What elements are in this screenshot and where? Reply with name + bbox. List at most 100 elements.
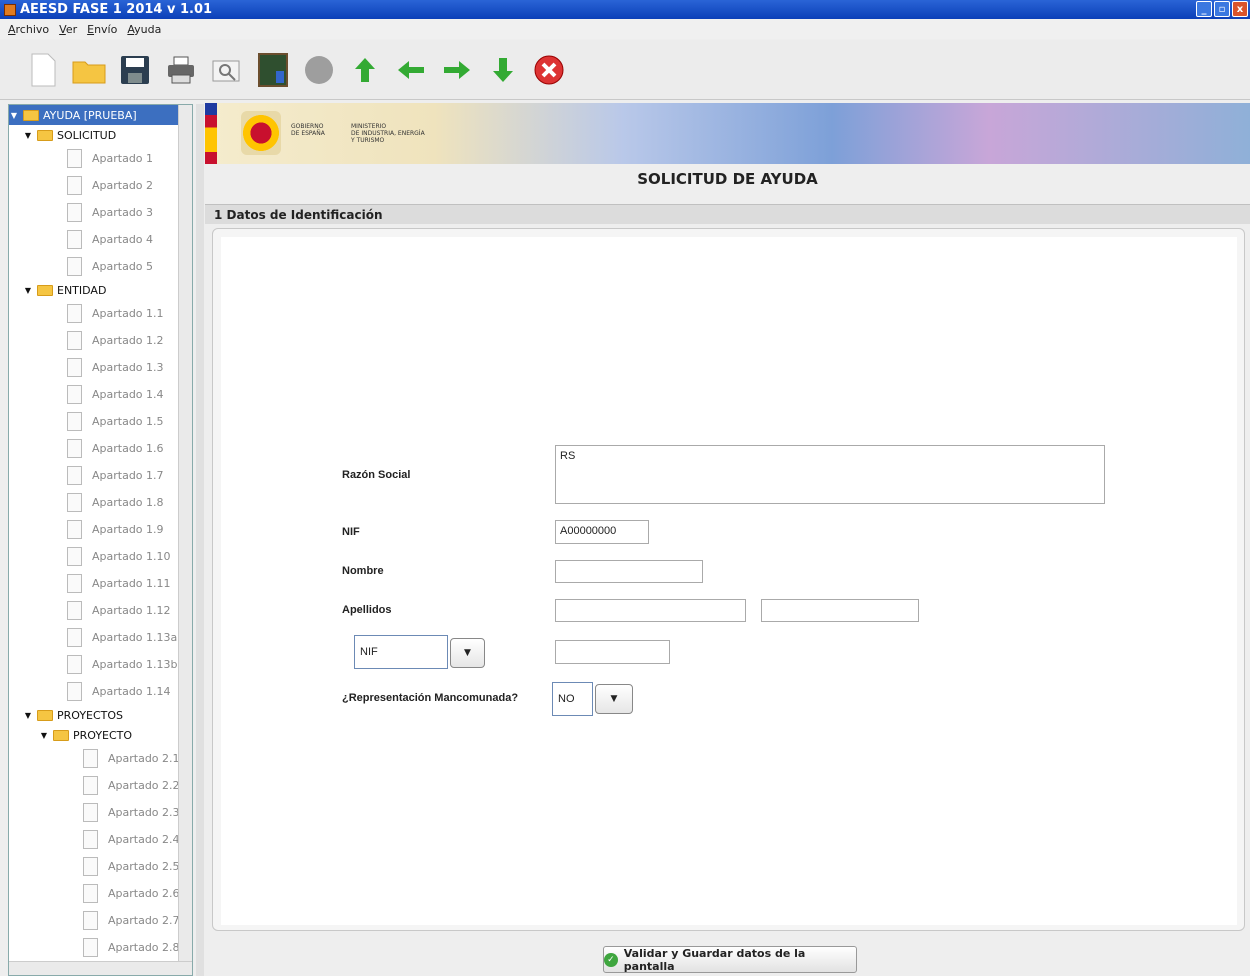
nombre-field[interactable] xyxy=(555,560,703,583)
arrow-right-icon xyxy=(444,60,470,79)
tree-item-label: Apartado 3 xyxy=(92,206,154,219)
expand-arrow-icon[interactable]: ▼ xyxy=(39,731,49,740)
nombre-label: Nombre xyxy=(342,565,384,577)
minimize-button[interactable]: _ xyxy=(1196,1,1212,17)
print-button[interactable] xyxy=(164,51,198,89)
document-icon xyxy=(67,176,82,195)
menu-envio[interactable]: Envío xyxy=(87,23,117,36)
preview-button[interactable] xyxy=(210,51,244,89)
move-right-button[interactable] xyxy=(440,51,474,89)
chevron-down-icon: ▼ xyxy=(610,694,618,704)
tree-item[interactable]: Apartado 1.13a xyxy=(9,624,192,651)
new-document-icon xyxy=(31,53,56,86)
tree-item-label: Apartado 1.11 xyxy=(92,577,171,590)
document-icon xyxy=(83,830,98,849)
tree-item[interactable]: Apartado 2.2 xyxy=(9,772,192,799)
tree-item[interactable]: Apartado 1.14 xyxy=(9,678,192,705)
folder-icon xyxy=(23,109,39,121)
tree-item[interactable]: Apartado 2.8 xyxy=(9,934,192,961)
gobierno-text: GOBIERNO DE ESPAÑA xyxy=(291,123,325,137)
tree-item[interactable]: Apartado 2 xyxy=(9,172,192,199)
tree-item[interactable]: Apartado 5 xyxy=(9,253,192,280)
document-icon xyxy=(83,857,98,876)
document-icon xyxy=(67,358,82,377)
menu-ver[interactable]: Ver xyxy=(59,23,77,36)
tree-item[interactable]: Apartado 1.1 xyxy=(9,300,192,327)
tree-item[interactable]: Apartado 1.9 xyxy=(9,516,192,543)
tree-item[interactable]: Apartado 3 xyxy=(9,199,192,226)
nif-field[interactable]: A00000000 xyxy=(555,520,649,544)
save-button-toolbar[interactable] xyxy=(118,51,152,89)
folder-label: PROYECTO xyxy=(73,728,133,742)
tree-folder-proyecto[interactable]: ▼ PROYECTO xyxy=(9,725,192,745)
circle-button[interactable] xyxy=(302,51,336,89)
tree-folder-solicitud[interactable]: ▼ SOLICITUD xyxy=(9,125,192,145)
tree-item[interactable]: Apartado 1.12 xyxy=(9,597,192,624)
document-icon xyxy=(83,803,98,822)
tree-folder-proyectos[interactable]: ▼ PROYECTOS xyxy=(9,705,192,725)
razon-social-label: Razón Social xyxy=(342,469,411,481)
document-type-select[interactable]: NIF xyxy=(354,635,448,669)
document-icon xyxy=(83,749,98,768)
tree-item[interactable]: Apartado 1.2 xyxy=(9,327,192,354)
chalkboard-button[interactable] xyxy=(256,51,290,89)
apellido2-field[interactable] xyxy=(761,599,919,622)
expand-arrow-icon[interactable]: ▼ xyxy=(23,286,33,295)
document-icon xyxy=(67,331,82,350)
expand-arrow-icon[interactable]: ▼ xyxy=(23,131,33,140)
move-down-button[interactable] xyxy=(486,51,520,89)
folder-icon xyxy=(37,129,53,141)
tree-item[interactable]: Apartado 1.13b xyxy=(9,651,192,678)
move-left-button[interactable] xyxy=(394,51,428,89)
apellidos-label: Apellidos xyxy=(342,604,392,616)
tree-item[interactable]: Apartado 2.6 xyxy=(9,880,192,907)
tree-item[interactable]: Apartado 1 xyxy=(9,145,192,172)
tree-item[interactable]: Apartado 1.3 xyxy=(9,354,192,381)
section-header: 1 Datos de Identificación xyxy=(205,204,1250,224)
menu-ayuda[interactable]: Ayuda xyxy=(127,23,161,36)
close-window-button[interactable]: x xyxy=(1232,1,1248,17)
document-type-dropdown-button[interactable]: ▼ xyxy=(450,638,485,668)
expand-arrow-icon[interactable]: ▼ xyxy=(23,711,33,720)
tree-item[interactable]: Apartado 1.8 xyxy=(9,489,192,516)
validate-save-button[interactable]: ✓ Validar y Guardar datos de la pantalla xyxy=(603,946,857,973)
mancomunada-dropdown-button[interactable]: ▼ xyxy=(595,684,633,714)
tree-horizontal-scrollbar[interactable] xyxy=(9,961,192,975)
split-pane-divider[interactable] xyxy=(196,104,204,976)
move-up-button[interactable] xyxy=(348,51,382,89)
tree-item-label: Apartado 1.14 xyxy=(92,685,171,698)
print-icon xyxy=(168,56,194,83)
chevron-down-icon: ▼ xyxy=(464,648,471,658)
tree-item[interactable]: Apartado 2.1 xyxy=(9,745,192,772)
mancomunada-select[interactable]: NO xyxy=(552,682,593,716)
expand-arrow-icon[interactable]: ▼ xyxy=(9,111,19,120)
tree-item-label: Apartado 2 xyxy=(92,179,154,192)
tree-item[interactable]: Apartado 1.11 xyxy=(9,570,192,597)
tree-item[interactable]: Apartado 1.10 xyxy=(9,543,192,570)
tree-item-label: Apartado 2.6 xyxy=(108,887,180,900)
document-icon xyxy=(67,304,82,323)
tree-item[interactable]: Apartado 2.7 xyxy=(9,907,192,934)
validate-save-label: Validar y Guardar datos de la pantalla xyxy=(623,946,806,973)
tree-item-label: Apartado 1.3 xyxy=(92,361,164,374)
tree-item[interactable]: Apartado 2.4 xyxy=(9,826,192,853)
apellido1-field[interactable] xyxy=(555,599,746,622)
razon-social-field[interactable]: RS xyxy=(555,445,1105,504)
menu-archivo[interactable]: Archivo xyxy=(8,23,49,36)
document-number-field[interactable] xyxy=(555,640,670,664)
tree-item[interactable]: Apartado 1.4 xyxy=(9,381,192,408)
tree-item-label: Apartado 2.1 xyxy=(108,752,180,765)
exit-button[interactable] xyxy=(532,51,566,89)
tree-item[interactable]: Apartado 1.5 xyxy=(9,408,192,435)
open-button[interactable] xyxy=(72,51,106,89)
tree-item[interactable]: Apartado 2.3 xyxy=(9,799,192,826)
tree-root[interactable]: ▼ AYUDA [PRUEBA] xyxy=(9,105,192,125)
tree-vertical-scrollbar[interactable] xyxy=(178,105,192,975)
tree-item[interactable]: Apartado 4 xyxy=(9,226,192,253)
tree-folder-entidad[interactable]: ▼ ENTIDAD xyxy=(9,280,192,300)
tree-item[interactable]: Apartado 1.6 xyxy=(9,435,192,462)
maximize-button[interactable]: ▫ xyxy=(1214,1,1230,17)
new-document-button[interactable] xyxy=(26,51,60,89)
tree-item[interactable]: Apartado 2.5 xyxy=(9,853,192,880)
tree-item[interactable]: Apartado 1.7 xyxy=(9,462,192,489)
